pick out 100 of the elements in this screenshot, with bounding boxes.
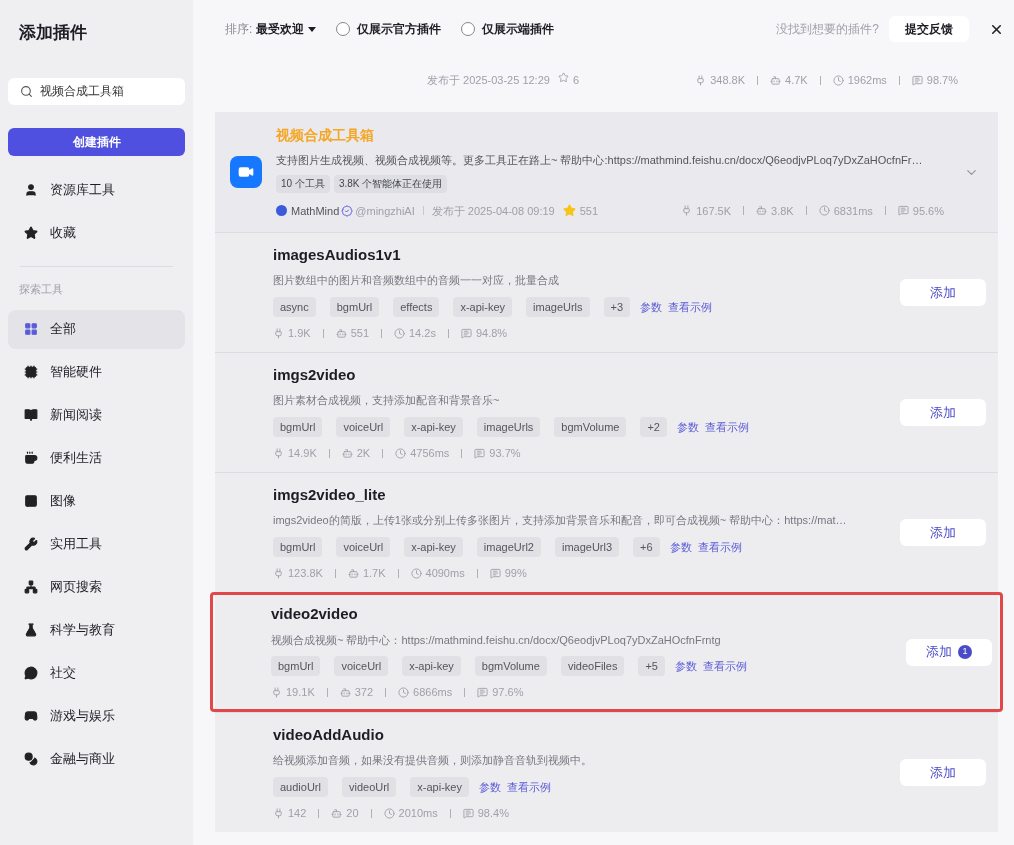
- user-icon: [24, 182, 38, 197]
- add-button[interactable]: 添加 1: [906, 638, 992, 666]
- search-icon: [20, 85, 33, 98]
- sort-label: 排序:: [225, 21, 253, 38]
- sidebar-item[interactable]: 智能硬件: [8, 352, 185, 392]
- author-avatar: [276, 205, 287, 217]
- cup-icon: [24, 451, 38, 465]
- bot-icon: [331, 807, 343, 819]
- tool-description: 视频合成视频~ 帮助中心：https://mathmind.feishu.cn/docx/Q6eodjvPLoq7yDxZaHOcfnFrntg: [271, 632, 722, 648]
- tool-description: 图片数组中的图片和音频数组中的音频一一对应，批量合成: [273, 273, 560, 289]
- sidebar-item[interactable]: 科学与教育: [8, 610, 185, 650]
- star-icon: [562, 204, 576, 218]
- sidebar-item[interactable]: 便利生活: [8, 438, 185, 478]
- param-tag: bgmUrl: [273, 416, 323, 437]
- clock-icon: [410, 567, 422, 579]
- tool-name: videoAddAudio: [273, 724, 385, 745]
- sidebar-item[interactable]: 图像: [8, 481, 185, 521]
- clock-icon: [398, 687, 410, 698]
- stat-value: 551: [350, 325, 369, 341]
- search-field[interactable]: 视频合成工具箱: [8, 78, 185, 105]
- stat-value: 6831ms: [833, 203, 873, 219]
- bot-icon: [347, 567, 359, 579]
- tool-link[interactable]: 参数: [640, 298, 663, 315]
- message-icon: [477, 687, 489, 698]
- add-button[interactable]: 添加: [900, 759, 986, 786]
- param-tag: voiceUrl: [336, 416, 391, 437]
- stat-value: 4090ms: [425, 565, 465, 581]
- clock-icon: [818, 205, 830, 217]
- star-icon: [24, 225, 38, 240]
- caret-icon: [308, 26, 317, 32]
- param-tag: bgmUrl: [329, 296, 380, 317]
- sidebar-item[interactable]: 收藏: [8, 213, 185, 252]
- plug-icon: [273, 567, 284, 579]
- sidebar-item[interactable]: 实用工具: [8, 524, 185, 564]
- add-button[interactable]: 添加: [900, 279, 986, 306]
- tool-link[interactable]: 参数: [478, 778, 501, 795]
- sidebar-item[interactable]: 社交: [8, 653, 185, 693]
- tool-description: 给视频添加音频，如果没有提供音频，则添加静音音轨到视频中。: [273, 753, 593, 769]
- wrench-icon: [24, 537, 38, 551]
- create-plugin-button[interactable]: 创建插件: [8, 128, 185, 156]
- network-icon: [24, 580, 38, 594]
- feedback-button[interactable]: 提交反馈: [889, 16, 969, 42]
- add-button[interactable]: 添加: [900, 519, 986, 546]
- param-tag: x-api-key: [453, 296, 513, 317]
- stat-value: 1.7K: [362, 565, 386, 581]
- stat-value: 98.4%: [477, 805, 509, 821]
- stat-value: 14.9K: [288, 445, 317, 461]
- bot-icon: [756, 205, 767, 217]
- sidebar-item[interactable]: 游戏与娱乐: [8, 696, 185, 736]
- sidebar-item[interactable]: 新闻阅读: [8, 395, 185, 435]
- sort-dropdown[interactable]: 最受欢迎: [256, 20, 317, 38]
- tool-link[interactable]: 参数: [669, 538, 692, 555]
- tool-description: 图片素材合成视频，支持添加配音和背景音乐~: [273, 393, 501, 409]
- clock-icon: [383, 807, 395, 819]
- panel-title: 添加插件: [18, 22, 88, 44]
- stat-value: 3.8K: [771, 203, 794, 219]
- add-button[interactable]: 添加: [900, 399, 986, 426]
- filter-option[interactable]: 仅展示端插件: [461, 20, 555, 38]
- plugin-description: 支持图片生成视频、视频合成视频等。更多工具正在路上~ 帮助中心:https://mathmind.feishu.cn/docx/Q6eodjvPLoq7yDxZaHOcfnFr…: [276, 153, 924, 168]
- tool-link[interactable]: 参数: [675, 658, 697, 675]
- video-camera-icon: [238, 164, 254, 180]
- stat-value: 93.7%: [489, 445, 521, 461]
- sidebar-item[interactable]: 网页搜索: [8, 567, 185, 607]
- info-tag: 10 个工具: [276, 174, 330, 193]
- radio-button[interactable]: [336, 22, 351, 36]
- stat-value: 98.7%: [926, 73, 958, 88]
- tool-link[interactable]: 查看示例: [506, 778, 551, 795]
- tool-link[interactable]: 查看示例: [668, 298, 713, 315]
- more-tag: +2: [640, 416, 667, 437]
- clock-icon: [395, 447, 407, 459]
- filter-option[interactable]: 仅展示官方插件: [336, 20, 442, 38]
- sidebar-item[interactable]: 资源库工具: [8, 170, 185, 209]
- bot-icon: [335, 327, 347, 339]
- tool-link[interactable]: 参数: [676, 418, 699, 435]
- tool-link[interactable]: 查看示例: [697, 538, 742, 555]
- param-tag: videoFiles: [560, 656, 625, 677]
- publish-date: 发布于 2025-03-25 12:29: [427, 73, 550, 88]
- param-tag: voiceUrl: [336, 536, 391, 557]
- chip-icon: [24, 365, 38, 379]
- more-tag: +6: [633, 536, 660, 557]
- author-name: MathMind: [291, 203, 340, 219]
- stat-value: 6866ms: [413, 685, 453, 701]
- param-tag: bgmUrl: [273, 536, 323, 557]
- param-tag: imageUrl3: [554, 536, 620, 557]
- tool-link[interactable]: 查看示例: [704, 418, 749, 435]
- stat-value: 348.8K: [710, 73, 745, 88]
- tool-name: imgs2video: [273, 364, 357, 385]
- stat-value: 142: [288, 805, 307, 821]
- message-icon: [460, 327, 472, 339]
- param-tag: x-api-key: [410, 776, 469, 797]
- tool-description: imgs2video的简版，上传1张或分别上传多张图片，支持添加背景音乐和配音，即可合成视频~ 帮助中心：https://mat…: [273, 513, 848, 529]
- tool-name: imgs2video_lite: [273, 484, 387, 505]
- tool-link[interactable]: 查看示例: [703, 658, 747, 675]
- hint-text: 没找到想要的插件?: [776, 21, 879, 38]
- star-icon: [557, 72, 569, 83]
- stat-value: 2K: [356, 445, 371, 461]
- radio-button[interactable]: [461, 22, 476, 36]
- sidebar-item[interactable]: 全部: [8, 309, 185, 349]
- sidebar-item[interactable]: 金融与商业: [8, 739, 185, 779]
- message-icon: [489, 567, 501, 579]
